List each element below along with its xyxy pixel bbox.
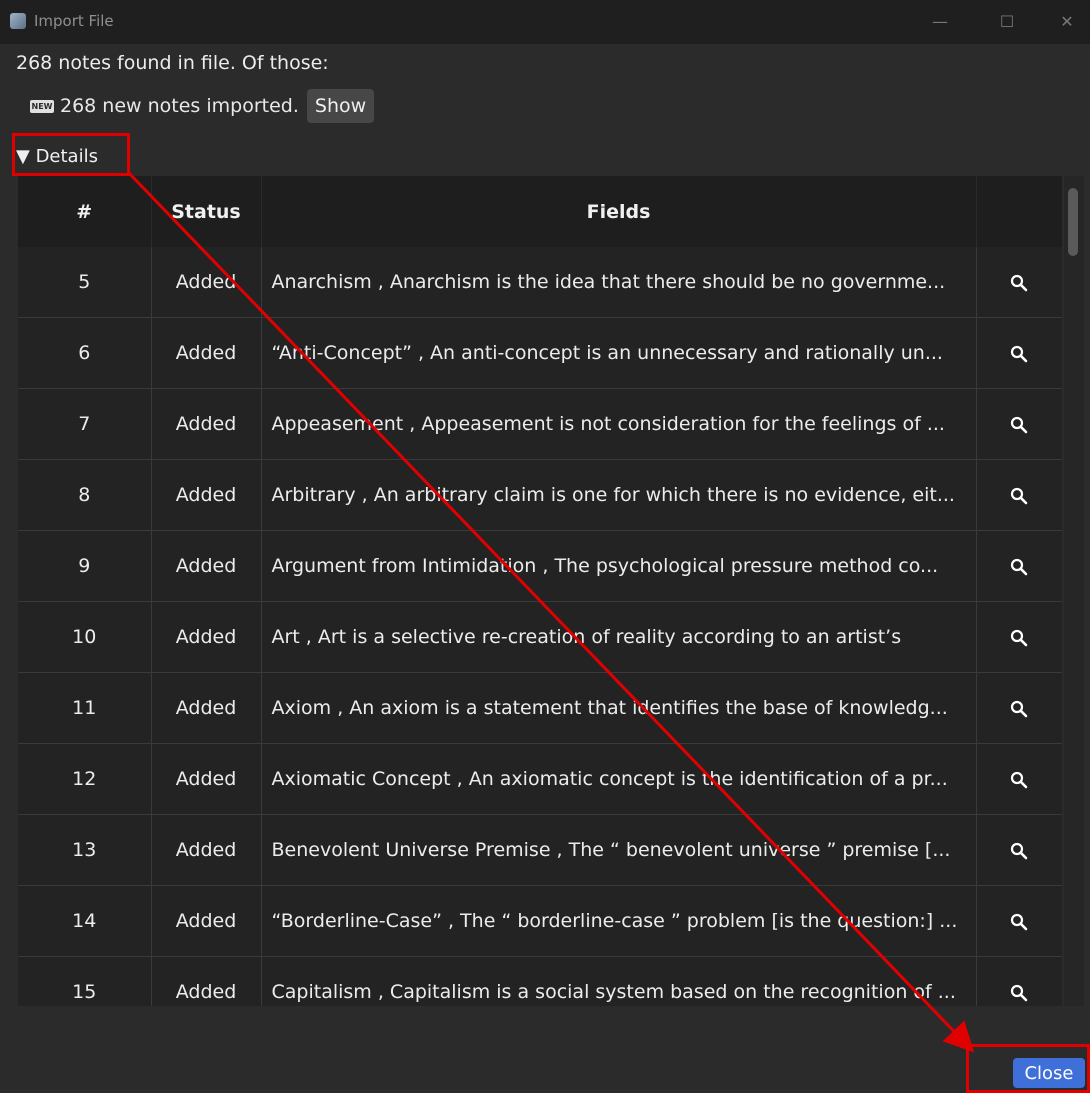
search-icon — [1010, 771, 1028, 788]
table-row[interactable]: 6 Added “Anti-Concept” , An anti-concept i… — [18, 317, 1062, 389]
row-num: 14 — [18, 885, 152, 957]
table-row[interactable]: 8 Added Arbitrary , An arbitrary claim is … — [18, 459, 1062, 531]
row-fields: Argument from Intimidation , The psychol… — [261, 530, 977, 602]
search-icon — [1010, 345, 1028, 362]
row-status: Added — [151, 317, 262, 389]
preview-button[interactable] — [976, 956, 1062, 1006]
row-fields: Anarchism , Anarchism is the idea that t… — [261, 247, 977, 318]
row-status: Added — [151, 672, 262, 744]
row-status: Added — [151, 956, 262, 1006]
title-bar: Import File — ☐ ✕ — [0, 0, 1090, 44]
table-row[interactable]: 5 Added Anarchism , Anarchism is the idea … — [18, 247, 1062, 318]
search-icon — [1010, 842, 1028, 859]
annotation-box-details — [12, 133, 130, 176]
row-num: 12 — [18, 743, 152, 815]
imported-text: 268 new notes imported. — [60, 95, 299, 117]
search-icon — [1010, 487, 1028, 504]
preview-button[interactable] — [976, 885, 1062, 957]
row-status: Added — [151, 388, 262, 460]
preview-button[interactable] — [976, 530, 1062, 602]
row-status: Added — [151, 601, 262, 673]
row-fields: “Borderline-Case” , The “ borderline-cas… — [261, 885, 977, 957]
table-row[interactable]: 11 Added Axiom , An axiom is a statement t… — [18, 672, 1062, 744]
preview-button[interactable] — [976, 672, 1062, 744]
app-icon — [10, 13, 26, 29]
preview-button[interactable] — [976, 601, 1062, 673]
close-window-button[interactable]: ✕ — [1052, 8, 1082, 36]
maximize-button[interactable]: ☐ — [992, 8, 1022, 36]
new-badge-icon: NEW — [30, 99, 54, 113]
search-icon — [1010, 558, 1028, 575]
row-fields: Capitalism , Capitalism is a social syst… — [261, 956, 977, 1006]
table-header-row: # Status Fields — [18, 176, 1062, 247]
search-icon — [1010, 913, 1028, 930]
row-num: 9 — [18, 530, 152, 602]
row-num: 5 — [18, 247, 152, 318]
search-icon — [1010, 274, 1028, 291]
search-icon — [1010, 700, 1028, 717]
search-icon — [1010, 984, 1028, 1001]
row-status: Added — [151, 530, 262, 602]
show-button[interactable]: Show — [306, 89, 375, 123]
row-status: Added — [151, 247, 262, 318]
search-icon — [1010, 629, 1028, 646]
imported-row: NEW 268 new notes imported. Show — [30, 89, 375, 123]
minimize-button[interactable]: — — [925, 8, 955, 36]
row-fields: Benevolent Universe Premise , The “ bene… — [261, 814, 977, 886]
table-row[interactable]: 10 Added Art , Art is a selective re-creat… — [18, 601, 1062, 673]
table-row[interactable]: 12 Added Axiomatic Concept , An axiomatic … — [18, 743, 1062, 815]
header-num[interactable]: # — [18, 176, 152, 247]
table-row[interactable]: 13 Added Benevolent Universe Premise , The… — [18, 814, 1062, 886]
row-num: 10 — [18, 601, 152, 673]
header-actions — [976, 176, 1062, 247]
row-status: Added — [151, 743, 262, 815]
import-summary: 268 notes found in file. Of those: — [16, 52, 329, 74]
table-row[interactable]: 7 Added Appeasement , Appeasement is not c… — [18, 388, 1062, 460]
header-status[interactable]: Status — [151, 176, 262, 247]
window-title: Import File — [34, 12, 114, 30]
row-fields: Axiomatic Concept , An axiomatic concept… — [261, 743, 977, 815]
row-status: Added — [151, 459, 262, 531]
row-num: 13 — [18, 814, 152, 886]
preview-button[interactable] — [976, 388, 1062, 460]
table-row[interactable]: 14 Added “Borderline-Case” , The “ borderl… — [18, 885, 1062, 957]
preview-button[interactable] — [976, 459, 1062, 531]
table-row[interactable]: 15 Added Capitalism , Capitalism is a soci… — [18, 956, 1062, 1006]
row-fields: Arbitrary , An arbitrary claim is one fo… — [261, 459, 977, 531]
preview-button[interactable] — [976, 743, 1062, 815]
search-icon — [1010, 416, 1028, 433]
header-fields[interactable]: Fields — [261, 176, 977, 247]
row-num: 6 — [18, 317, 152, 389]
row-fields: “Anti-Concept” , An anti-concept is an u… — [261, 317, 977, 389]
preview-button[interactable] — [976, 247, 1062, 318]
row-fields: Axiom , An axiom is a statement that ide… — [261, 672, 977, 744]
row-num: 7 — [18, 388, 152, 460]
row-num: 15 — [18, 956, 152, 1006]
row-status: Added — [151, 814, 262, 886]
row-fields: Art , Art is a selective re-creation of … — [261, 601, 977, 673]
scrollbar-thumb[interactable] — [1068, 188, 1078, 256]
scrollbar-track[interactable] — [1064, 176, 1084, 1006]
annotation-box-close — [966, 1044, 1090, 1093]
row-fields: Appeasement , Appeasement is not conside… — [261, 388, 977, 460]
preview-button[interactable] — [976, 814, 1062, 886]
table-row[interactable]: 9 Added Argument from Intimidation , The p… — [18, 530, 1062, 602]
row-status: Added — [151, 885, 262, 957]
row-num: 8 — [18, 459, 152, 531]
preview-button[interactable] — [976, 317, 1062, 389]
row-num: 11 — [18, 672, 152, 744]
details-table: # Status Fields 5 Added Anarchism , Anarch… — [18, 176, 1062, 1006]
